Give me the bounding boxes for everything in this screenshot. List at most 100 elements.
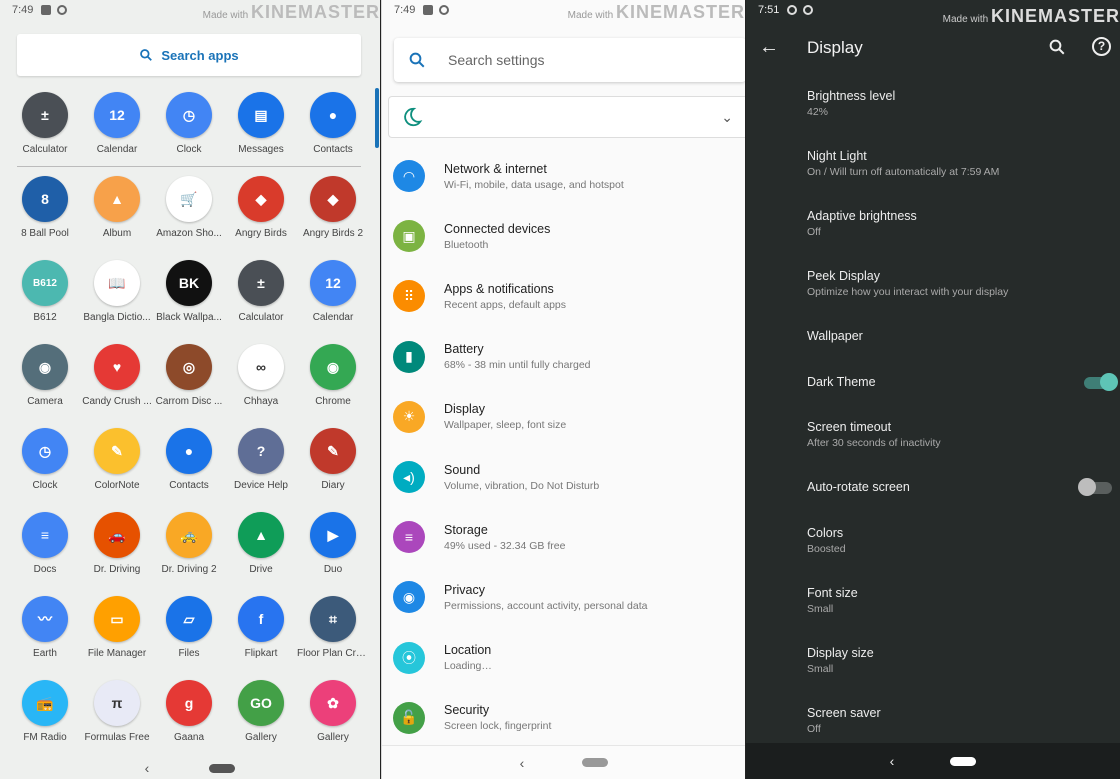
app-duo[interactable]: ▶ Duo: [297, 506, 369, 590]
app-contacts[interactable]: ● Contacts: [297, 86, 369, 170]
app-chrome[interactable]: ◉ Chrome: [297, 338, 369, 422]
settings-item-display[interactable]: ☀ Display Wallpaper, sleep, font size: [382, 387, 745, 447]
app-device-help[interactable]: ? Device Help: [225, 422, 297, 506]
settings-item-title: Battery: [444, 342, 484, 357]
display-item-dark-theme[interactable]: Dark Theme: [807, 372, 1118, 421]
display-item-brightness-level[interactable]: Brightness level 42%: [807, 89, 1112, 149]
display-item-peek-display[interactable]: Peek Display Optimize how you interact wi…: [807, 269, 1112, 329]
settings-item-battery[interactable]: ▮ Battery 68% - 38 min until fully charged: [382, 327, 745, 387]
app-contacts[interactable]: ● Contacts: [153, 422, 225, 506]
display-item-auto-rotate-screen[interactable]: Auto-rotate screen: [807, 478, 1112, 526]
settings-item-connected-devices[interactable]: ▣ Connected devices Bluetooth: [382, 206, 745, 266]
app-gallery[interactable]: ✿ Gallery: [297, 674, 369, 758]
app-label: Calendar: [312, 312, 354, 323]
home-button[interactable]: [582, 758, 609, 767]
display-item-font-size[interactable]: Font size Small: [807, 586, 1112, 646]
display-settings-panel: 7:51 Made with KINEMASTER ← Display ? Br…: [746, 0, 1120, 779]
app-gallery[interactable]: GO Gallery: [225, 674, 297, 758]
toggle-switch[interactable]: [1078, 478, 1112, 496]
app-drive[interactable]: ▲ Drive: [225, 506, 297, 590]
app-docs[interactable]: ≡ Docs: [9, 506, 81, 590]
app-black-wallpa[interactable]: BK Black Wallpa...: [153, 254, 225, 338]
app-label: Gaana: [173, 732, 205, 743]
sync-icon: [439, 5, 450, 15]
app-calculator[interactable]: ± Calculator: [225, 254, 297, 338]
app-chhaya[interactable]: ∞ Chhaya: [225, 338, 297, 422]
settings-item-apps-notifications[interactable]: ⠿ Apps & notifications Recent apps, defaul…: [382, 266, 745, 326]
app-clock[interactable]: ◷ Clock: [153, 86, 225, 170]
display-item-display-size[interactable]: Display size Small: [807, 646, 1112, 706]
app-label: Messages: [238, 144, 284, 155]
app-angry-birds-2-icon: ◆: [310, 176, 356, 222]
app-candy-crush[interactable]: ♥ Candy Crush ...: [81, 338, 153, 422]
app-dr-driving-2[interactable]: 🚕 Dr. Driving 2: [153, 506, 225, 590]
app-album[interactable]: ▲ Album: [81, 170, 153, 254]
display-item-screen-timeout[interactable]: Screen timeout After 30 seconds of inacti…: [807, 420, 1112, 480]
page-title: Display: [807, 38, 863, 57]
app-file-manager-icon: ▭: [94, 596, 140, 642]
app-carrom-disc[interactable]: ◎ Carrom Disc ...: [153, 338, 225, 422]
back-icon[interactable]: ‹: [145, 760, 150, 776]
app-floor-plan-cre[interactable]: ⌗ Floor Plan Cre...: [297, 590, 369, 674]
display-item-title: Wallpaper: [807, 329, 863, 343]
display-item-title: Brightness level: [807, 89, 896, 103]
app-flipkart[interactable]: f Flipkart: [225, 590, 297, 674]
search-settings-field[interactable]: Search settings: [394, 38, 745, 82]
app-amazon-sho[interactable]: 🛒 Amazon Sho...: [153, 170, 225, 254]
display-item-wallpaper[interactable]: Wallpaper: [807, 329, 1112, 375]
settings-item-storage[interactable]: ≡ Storage 49% used - 32.34 GB free: [382, 507, 745, 567]
scrollbar-thumb[interactable]: [375, 88, 379, 148]
back-arrow-icon[interactable]: ←: [759, 36, 779, 59]
app-colornote[interactable]: ✎ ColorNote: [81, 422, 153, 506]
help-icon[interactable]: ?: [1092, 37, 1111, 56]
settings-item-security[interactable]: 🔓 Security Screen lock, fingerprint: [382, 688, 745, 748]
app-messages[interactable]: ▤ Messages: [225, 86, 297, 170]
app-diary[interactable]: ✎ Diary: [297, 422, 369, 506]
display-item-night-light[interactable]: Night Light On / Will turn off automatica…: [807, 149, 1112, 209]
app-fm-radio[interactable]: 📻 FM Radio: [9, 674, 81, 758]
app-b612-icon: B612: [22, 260, 68, 306]
search-icon[interactable]: [1048, 38, 1066, 56]
app-chrome-icon: ◉: [310, 344, 356, 390]
app-angry-birds-2[interactable]: ◆ Angry Birds 2: [297, 170, 369, 254]
app-calendar[interactable]: 12 Calendar: [297, 254, 369, 338]
back-icon[interactable]: ‹: [890, 753, 895, 769]
back-icon[interactable]: ‹: [520, 755, 525, 771]
display-item-title: Adaptive brightness: [807, 209, 917, 223]
location-icon: [803, 5, 814, 15]
app-earth[interactable]: 〰 Earth: [9, 590, 81, 674]
chevron-down-icon[interactable]: ⌄: [721, 109, 733, 126]
settings-item-network-internet[interactable]: ◠ Network & internet Wi-Fi, mobile, data u…: [382, 146, 745, 206]
app-file-manager[interactable]: ▭ File Manager: [81, 590, 153, 674]
app-angry-birds[interactable]: ◆ Angry Birds: [225, 170, 297, 254]
moon-icon: [404, 107, 423, 127]
app-files[interactable]: ▱ Files: [153, 590, 225, 674]
app-dr-driving[interactable]: 🚗 Dr. Driving: [81, 506, 153, 590]
app-calendar-icon: 12: [94, 92, 140, 138]
settings-item-subtitle: Permissions, account activity, personal …: [444, 599, 648, 612]
toggle-switch[interactable]: [1084, 372, 1118, 391]
app-camera[interactable]: ◉ Camera: [9, 338, 81, 422]
app-b612[interactable]: B612 B612: [9, 254, 81, 338]
home-button[interactable]: [950, 756, 977, 766]
settings-item-subtitle: Wallpaper, sleep, font size: [444, 419, 567, 432]
app-label: Contacts: [169, 480, 209, 491]
search-apps-button[interactable]: Search apps: [17, 34, 361, 76]
app-8-ball-pool[interactable]: 8 8 Ball Pool: [9, 170, 81, 254]
app-calendar[interactable]: 12 Calendar: [81, 86, 153, 170]
app-formulas-free[interactable]: π Formulas Free: [81, 674, 153, 758]
settings-item-sound[interactable]: ◂) Sound Volume, vibration, Do Not Disturb: [382, 447, 745, 507]
home-button[interactable]: [209, 763, 236, 773]
display-item-adaptive-brightness[interactable]: Adaptive brightness Off: [807, 209, 1112, 269]
settings-item-privacy[interactable]: ◉ Privacy Permissions, account activity, p…: [382, 567, 745, 627]
app-clock[interactable]: ◷ Clock: [9, 422, 81, 506]
app-bangla-dictio[interactable]: 📖 Bangla Dictio...: [81, 254, 153, 338]
display-item-colors[interactable]: Colors Boosted: [807, 526, 1112, 586]
app-calculator[interactable]: ± Calculator: [9, 86, 81, 170]
app-gaana[interactable]: g Gaana: [153, 674, 225, 758]
app-gallery-icon: GO: [238, 680, 284, 726]
app-label: Calendar: [96, 144, 138, 155]
app-amazon-sho-icon: 🛒: [166, 176, 212, 222]
night-light-suggestion-card[interactable]: ⌄: [388, 96, 745, 138]
settings-item-location[interactable]: ⦿ Location Loading…: [382, 628, 745, 688]
